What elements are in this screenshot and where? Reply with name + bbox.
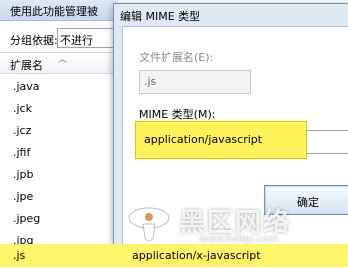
extension-value: .js <box>144 75 157 88</box>
list-item[interactable]: .jfif <box>0 142 118 164</box>
list-item[interactable]: .jpb <box>0 164 118 186</box>
mime-field-edge <box>305 130 348 154</box>
mime-type-input[interactable]: application/javascript <box>135 121 307 159</box>
selected-extension: .js <box>13 249 26 262</box>
watermark-url: www.heiqu.com <box>199 234 279 245</box>
watermark-logo-icon <box>128 207 170 242</box>
group-by-bar: 分组依据: 不进行 <box>0 27 119 49</box>
background-window-title-bar: 使用此功能管理被 <box>0 0 118 21</box>
group-by-select[interactable]: 不进行 <box>57 28 119 48</box>
list-item[interactable]: .jck <box>0 98 118 120</box>
extension-field: .js <box>139 70 251 94</box>
extension-label: 文件扩展名(E): <box>139 51 214 64</box>
list-item[interactable]: .jpeg <box>0 208 118 230</box>
group-by-value: 不进行 <box>60 34 93 47</box>
mime-type-value: application/javascript <box>144 133 263 146</box>
dialog-title: 编辑 MIME 类型 <box>120 10 201 23</box>
list-item[interactable]: .jpe <box>0 186 118 208</box>
column-header-label: 扩展名 <box>10 59 43 72</box>
background-window-title: 使用此功能管理被 <box>10 5 98 18</box>
list-item[interactable]: .jcz <box>0 120 118 142</box>
column-header-extension[interactable]: 扩展名 ︿ <box>0 53 118 74</box>
group-by-label: 分组依据: <box>10 34 58 47</box>
sort-chevron-icon: ︿ <box>58 55 68 65</box>
watermark: 黑区网络 www.heiqu.com <box>125 204 345 248</box>
mime-type-label: MIME 类型(M): <box>139 108 216 121</box>
extension-list: 扩展名 ︿ .java .jck .jcz .jfif .jpb .jpe .j… <box>0 52 118 268</box>
selected-mime-type: application/x-javascript <box>132 249 261 262</box>
list-item[interactable]: .java <box>0 76 118 98</box>
